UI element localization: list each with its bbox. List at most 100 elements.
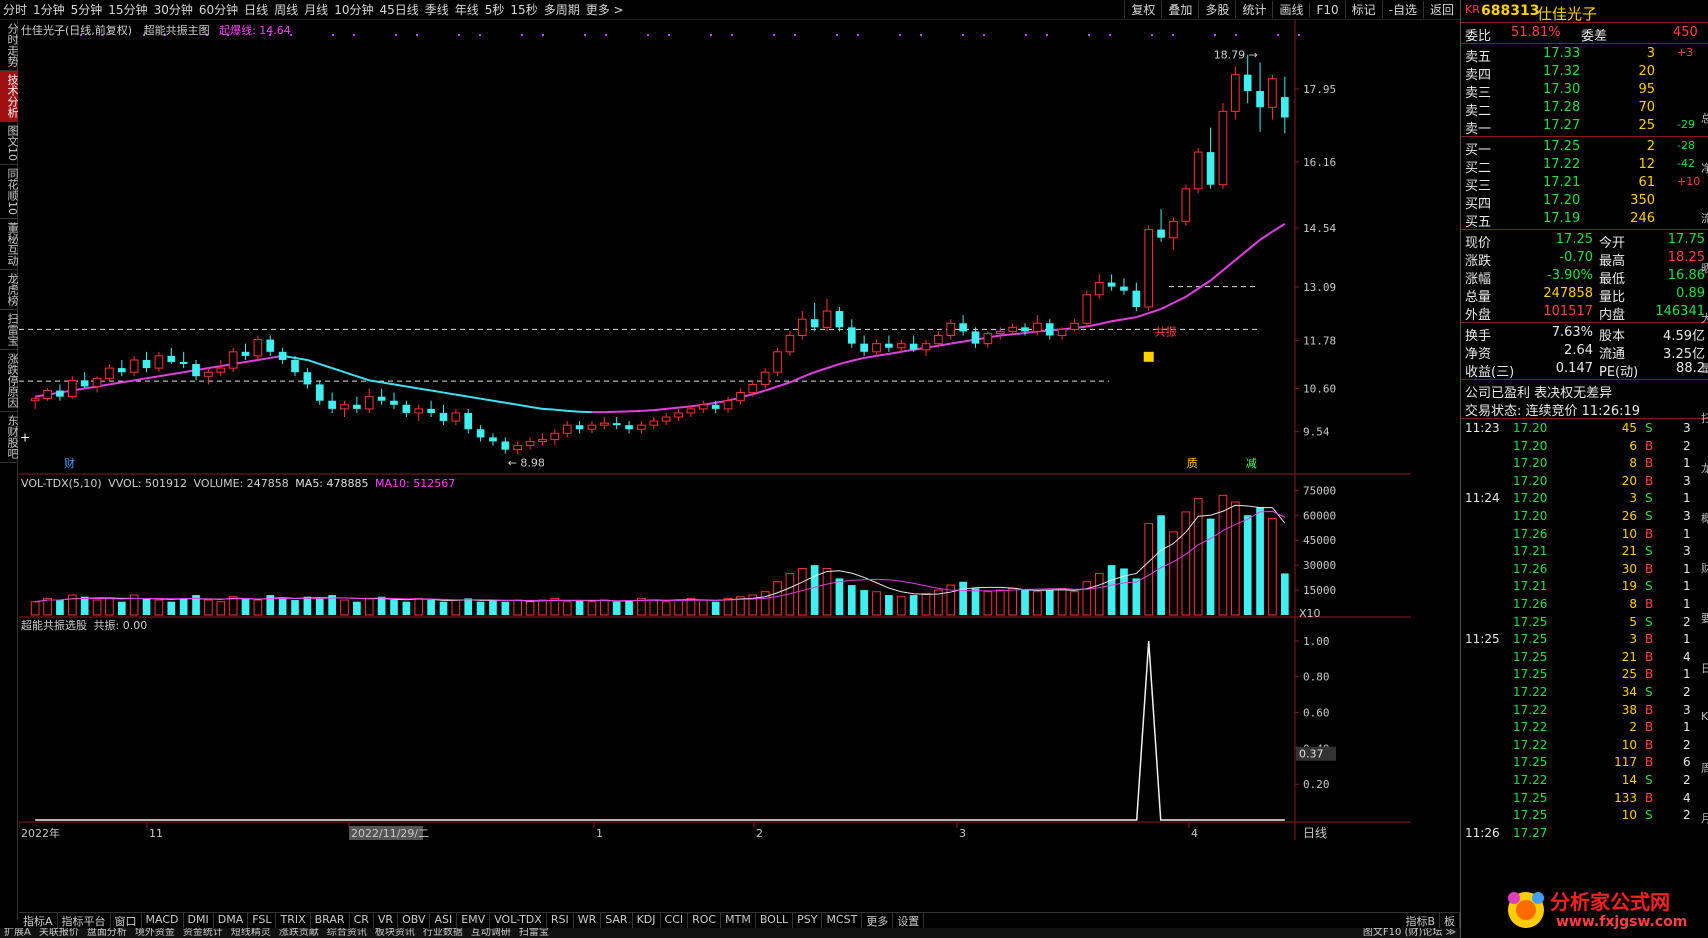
indicator-tab[interactable]: SAR <box>601 913 633 928</box>
left-tab[interactable]: 图文10 <box>0 122 19 165</box>
extension-tab[interactable]: 短线精灵 <box>227 928 275 938</box>
indicator-b-tab[interactable]: 指标B <box>1401 913 1440 928</box>
vol-title[interactable]: VOL-TDX(5,10) <box>21 477 102 490</box>
indicator-name[interactable]: 超能共振主图 <box>144 24 210 37</box>
period-tab[interactable]: 5秒 <box>482 1 508 18</box>
reduce-marker[interactable]: 减 <box>1246 457 1257 470</box>
side-tab[interactable]: 财 <box>1701 560 1708 576</box>
extension-tab[interactable]: 综合资讯 <box>323 928 371 938</box>
kline-chart-svg[interactable]: 17.9516.1614.5413.0911.7810.609.5418.79 … <box>19 20 1411 913</box>
indicator-tab[interactable]: MACD <box>142 913 184 928</box>
period-tab[interactable]: 季线 <box>422 1 452 18</box>
indicator-tab[interactable]: PSY <box>793 913 823 928</box>
period-tab[interactable]: 更多 > <box>583 1 627 18</box>
left-tab[interactable]: 涨跌停原因 <box>0 350 19 412</box>
left-tab[interactable]: 扫雷宝 <box>0 310 19 350</box>
period-tab[interactable]: 10分钟 <box>331 1 376 18</box>
period-tab[interactable]: 30分钟 <box>151 1 196 18</box>
toolbar-button[interactable]: 复权 <box>1124 1 1161 18</box>
chart-area[interactable]: 17.95 16.16 14.54 13.09 11.78 10.60 9.54 18.79 … <box>19 20 1411 913</box>
indicator-tab[interactable]: EMV <box>457 913 491 928</box>
extension-tab[interactable]: 扩展A <box>0 928 35 938</box>
indicator-tab[interactable]: BRAR <box>311 913 350 928</box>
toolbar-button[interactable]: F10 <box>1309 2 1344 17</box>
extension-tab[interactable]: 关联报价 <box>35 928 83 938</box>
toolbar-button[interactable]: 画线 <box>1272 1 1309 18</box>
toolbar-button[interactable]: 返回 <box>1422 1 1460 18</box>
toolbar-button[interactable]: 多股 <box>1198 1 1235 18</box>
osc-title[interactable]: 超能共振选股 <box>21 619 87 632</box>
left-tab[interactable]: 技术分析 <box>0 71 19 122</box>
indicator-tab[interactable]: TRIX <box>276 913 311 928</box>
extension-tab[interactable]: 板块资讯 <box>371 928 419 938</box>
toolbar-button[interactable]: 统计 <box>1235 1 1272 18</box>
side-tab[interactable]: 流 <box>1701 210 1708 226</box>
side-tab[interactable]: 月 <box>1701 810 1708 826</box>
left-tab[interactable]: 分时走势 <box>0 20 19 71</box>
indicator-tab[interactable]: VR <box>374 913 399 928</box>
indicator-tab[interactable]: VOL-TDX <box>490 913 547 928</box>
extension-tab[interactable]: 资金统计 <box>179 928 227 938</box>
extension-tab[interactable]: 涨跌贡献 <box>275 928 323 938</box>
period-tab[interactable]: 60分钟 <box>196 1 241 18</box>
indicator-tab[interactable]: BOLL <box>756 913 794 928</box>
extension-tab[interactable]: 行业数据 <box>419 928 467 938</box>
indicator-tab[interactable]: MTM <box>721 913 756 928</box>
extension-tab[interactable]: 境外资金 <box>131 928 179 938</box>
finance-marker[interactable]: 财 <box>64 456 75 470</box>
toolbar-button[interactable]: 标记 <box>1344 1 1382 18</box>
indicator-tab[interactable]: MCST <box>822 913 863 928</box>
indicator-tab[interactable]: 设置 <box>893 913 925 928</box>
extension-tab[interactable]: 扫雷宝 <box>515 928 553 938</box>
side-tab[interactable]: 龙 <box>1701 460 1708 476</box>
left-tab[interactable]: 东财股吧 <box>0 412 19 463</box>
side-tab[interactable]: 日 <box>1701 660 1708 676</box>
indicator-tab[interactable]: 指标A <box>19 913 58 928</box>
period-tab[interactable]: 15秒 <box>507 1 540 18</box>
indicator-tab[interactable]: CCI <box>661 913 689 928</box>
extension-tab[interactable]: 盘面分析 <box>83 928 131 938</box>
indicator-tab[interactable]: OBV <box>398 913 431 928</box>
side-tab[interactable]: 总 <box>1701 110 1708 126</box>
side-tab[interactable]: 扫 <box>1701 410 1708 426</box>
period-tab[interactable]: 年线 <box>452 1 482 18</box>
period-tab[interactable]: 多周期 <box>541 1 583 18</box>
side-tab[interactable]: 量 <box>1701 360 1708 376</box>
period-tab[interactable]: 45日线 <box>376 1 421 18</box>
toolbar-button[interactable]: -自选 <box>1381 1 1423 18</box>
indicator-tab[interactable]: 更多 <box>862 913 894 928</box>
quality-marker[interactable]: 质 <box>1187 457 1198 470</box>
period-tab[interactable]: 日线 <box>241 1 271 18</box>
indicator-tab[interactable]: FSL <box>248 913 277 928</box>
side-tab[interactable]: 周 <box>1701 760 1708 776</box>
f10-link[interactable]: 图文F10 (财)论坛 ≫ <box>1359 928 1460 938</box>
left-tab[interactable]: 龙虎榜 <box>0 270 19 310</box>
left-tab[interactable]: 同花顺10 <box>0 165 19 219</box>
indicator-tab[interactable]: CR <box>350 913 374 928</box>
side-tab[interactable]: 净 <box>1701 160 1708 176</box>
side-tab[interactable]: 晒 <box>1701 260 1708 276</box>
indicator-tab[interactable]: KDJ <box>633 913 661 928</box>
toolbar-button[interactable]: 叠加 <box>1161 1 1198 18</box>
extension-tab[interactable]: 互动调研 <box>467 928 515 938</box>
indicator-tab[interactable]: DMI <box>184 913 214 928</box>
indicator-b-tab[interactable]: 板 <box>1440 913 1460 928</box>
side-tab[interactable]: 概 <box>1701 510 1708 526</box>
indicator-tab[interactable]: ASI <box>430 913 458 928</box>
period-tab[interactable]: 5分钟 <box>68 1 106 18</box>
indicator-tab[interactable]: 窗口 <box>111 913 142 928</box>
side-tab[interactable]: 大 <box>1701 310 1708 326</box>
period-tab[interactable]: 15分钟 <box>105 1 150 18</box>
indicator-tab[interactable]: WR <box>574 913 602 928</box>
side-tab[interactable]: K <box>1701 710 1708 723</box>
indicator-tab[interactable]: 指标平台 <box>58 913 111 928</box>
left-tab[interactable]: 董秘互动 <box>0 219 19 270</box>
period-tab[interactable]: 月线 <box>301 1 331 18</box>
period-tab[interactable]: 周线 <box>271 1 301 18</box>
period-tab[interactable]: 1分钟 <box>30 1 68 18</box>
side-tab[interactable]: 要 <box>1701 610 1708 626</box>
indicator-tab[interactable]: ROC <box>688 913 722 928</box>
period-tab[interactable]: 分时 <box>0 1 30 18</box>
indicator-tab[interactable]: RSI <box>547 913 574 928</box>
indicator-tab[interactable]: DMA <box>214 913 249 928</box>
